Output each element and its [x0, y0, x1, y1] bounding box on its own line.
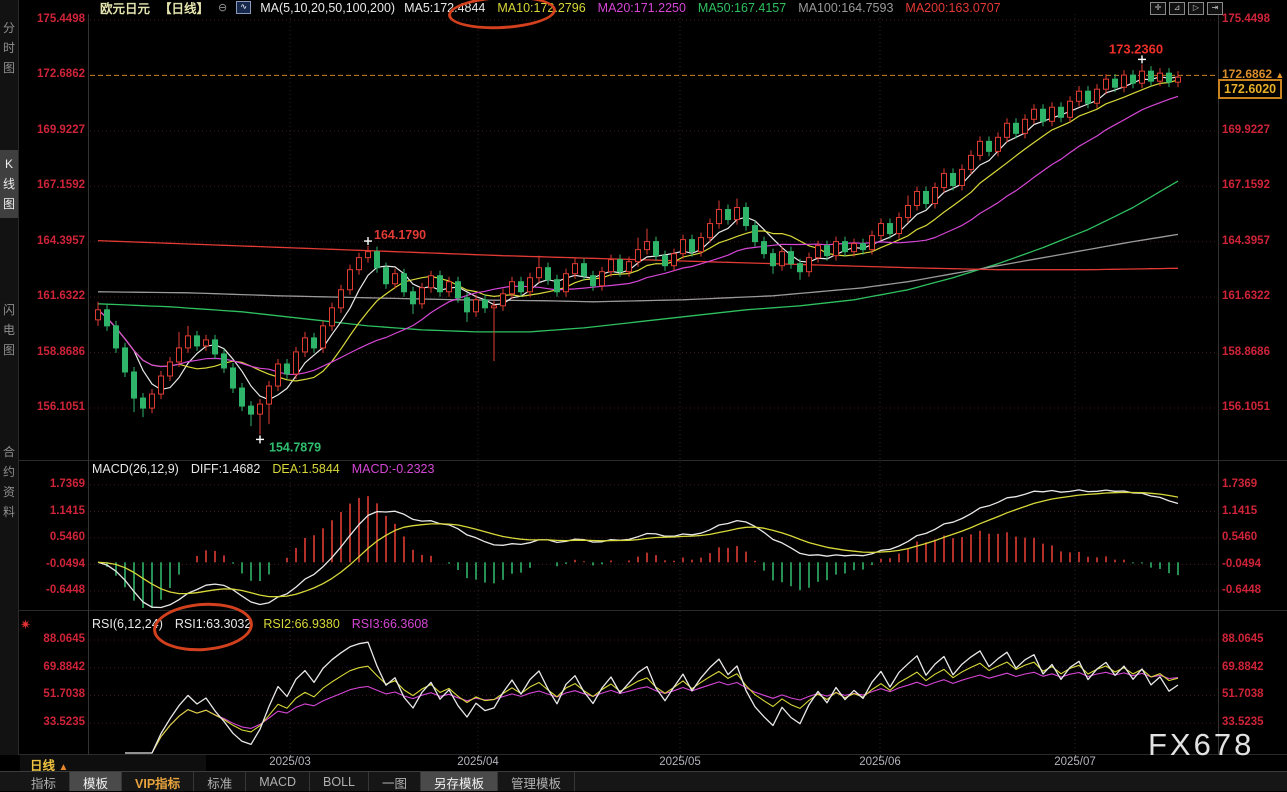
- price-axis-label: 167.1592: [19, 179, 85, 191]
- price-axis-label: 69.8842: [1222, 661, 1264, 673]
- sidebar-tab-1[interactable]: 分时图: [0, 14, 18, 82]
- price-axis-label: 156.1051: [1222, 401, 1270, 413]
- month-label: 2025/05: [659, 756, 701, 768]
- price-axis-label: 158.8686: [19, 346, 85, 358]
- toolbar-item-manage-template[interactable]: 管理模板: [498, 772, 575, 791]
- svg-text:164.1790: 164.1790: [374, 228, 426, 242]
- price-axis-label: 158.8686: [1222, 346, 1270, 358]
- rsi-name: RSI(6,12,24): [92, 617, 163, 631]
- price-annotation: 154.7879: [256, 435, 321, 454]
- window-icons: ✛⊿▷⇥: [1150, 2, 1223, 15]
- panel-divider: [18, 460, 1287, 461]
- price-annotation: 164.1790: [364, 228, 426, 245]
- symbol-title: 欧元日元: [100, 0, 150, 17]
- rsi-panel[interactable]: [90, 611, 1218, 755]
- candlestick-chart[interactable]: 164.1790 154.7879 173.2360: [90, 14, 1218, 460]
- price-axis-label: 156.1051: [19, 401, 85, 413]
- price-axis-label: 88.0645: [1222, 633, 1264, 645]
- period-tag: 【日线】: [159, 0, 209, 17]
- price-axis-label: 0.5460: [19, 531, 85, 543]
- ma-value-4: MA100:164.7593: [798, 1, 893, 15]
- toolbar-item-one-chart[interactable]: 一图: [369, 772, 421, 791]
- ma-value-3: MA50:167.4157: [698, 1, 786, 15]
- axis-right-chart-icon[interactable]: ▷: [1188, 2, 1204, 15]
- price-axis-label: 161.6322: [1222, 290, 1270, 302]
- price-axis-label: 69.8842: [19, 661, 85, 673]
- sidebar-tab-3[interactable]: 闪电图: [0, 296, 18, 364]
- price-axis-label: 161.6322: [19, 290, 85, 302]
- month-label: 2025/07: [1054, 756, 1096, 768]
- price-axis-label: 167.1592: [1222, 179, 1270, 191]
- ma-value-1: MA10:172.2796: [497, 1, 585, 15]
- macd-panel[interactable]: [90, 462, 1218, 610]
- sidebar-tab-2[interactable]: K线图: [0, 150, 18, 218]
- toolbar-item-save-template[interactable]: 另存模板: [421, 772, 498, 791]
- current-price-tag: 172.6020: [1218, 79, 1282, 99]
- price-axis-label: -0.0494: [1222, 558, 1261, 570]
- macd-diff: DIFF:1.4682: [191, 462, 260, 476]
- price-annotation: 173.2360: [1109, 41, 1163, 63]
- price-axis-label: 1.7369: [1222, 478, 1257, 490]
- price-axis-label: 1.1415: [19, 505, 85, 517]
- exit-pane-icon[interactable]: ⇥: [1207, 2, 1223, 15]
- month-label: 2025/06: [859, 756, 901, 768]
- price-axis-label: 164.3957: [1222, 235, 1270, 247]
- price-axis-label: -0.6448: [1222, 584, 1261, 596]
- ma-indicator-icon[interactable]: ∿: [236, 1, 251, 14]
- toolbar-item-template[interactable]: 模板: [70, 772, 122, 791]
- svg-text:173.2360: 173.2360: [1109, 41, 1163, 56]
- price-axis-label: 175.4498: [1222, 13, 1270, 25]
- ma-value-2: MA20:171.2250: [598, 1, 686, 15]
- price-axis-label: 33.5235: [19, 716, 85, 728]
- left-sidebar: 分时图 K线图闪电图合约资料: [0, 0, 19, 755]
- rsi3-value: RSI3:66.3608: [352, 617, 428, 631]
- price-axis-label: 51.7038: [19, 688, 85, 700]
- toolbar-item-indicator[interactable]: 指标: [18, 772, 70, 791]
- price-axis-label: -0.6448: [19, 584, 85, 596]
- candles-layer: [96, 64, 1181, 434]
- month-label: 2025/04: [457, 756, 499, 768]
- price-axis-label: 175.4498: [19, 13, 85, 25]
- price-axis-label: -0.0494: [19, 558, 85, 570]
- ma-settings-label: MA(5,10,20,50,100,200): [260, 1, 395, 15]
- price-axis-label: 0.5460: [1222, 531, 1257, 543]
- watermark: FX678: [1148, 727, 1254, 763]
- price-axis-label: 164.3957: [19, 235, 85, 247]
- price-axis-label: 169.9227: [19, 124, 85, 136]
- price-axis-label: 88.0645: [19, 633, 85, 645]
- pan-icon[interactable]: ✛: [1150, 2, 1166, 15]
- toolbar-item-boll[interactable]: BOLL: [310, 772, 369, 791]
- ma-value-5: MA200:163.0707: [905, 1, 1000, 15]
- price-axis-label: 1.7369: [19, 478, 85, 490]
- axis-border-right: [1218, 14, 1219, 755]
- toolbar-item-standard[interactable]: 标准: [194, 772, 246, 791]
- time-axis-row: 日线 ▲ 2025/03 2025/04 2025/05 2025/06 2025/07: [18, 755, 1287, 771]
- axis-up-chart-icon[interactable]: ⊿: [1169, 2, 1185, 15]
- svg-text:154.7879: 154.7879: [269, 440, 321, 454]
- rsi-header: RSI(6,12,24) RSI1:63.3032 RSI2:66.9380 R…: [92, 617, 428, 631]
- rsi2-value: RSI2:66.9380: [263, 617, 339, 631]
- macd-header: MACD(26,12,9) DIFF:1.4682 DEA:1.5844 MAC…: [92, 462, 434, 476]
- collapse-icon[interactable]: ⊖: [218, 1, 227, 14]
- sidebar-tab-4[interactable]: 合约资料: [0, 438, 18, 526]
- macd-dea: DEA:1.5844: [272, 462, 339, 476]
- macd-value: MACD:-0.2323: [352, 462, 435, 476]
- period-selector[interactable]: 日线 ▲: [20, 755, 206, 771]
- toolbar-item-vip-indicator[interactable]: VIP指标: [122, 772, 194, 791]
- axis-border-left: [88, 14, 89, 755]
- price-axis-label: 51.7038: [1222, 688, 1264, 700]
- rsi-star-icon[interactable]: ✷: [20, 617, 31, 633]
- ma-values: MA5:172.4844 MA10:172.2796 MA20:171.2250 MA…: [404, 1, 1001, 15]
- ma-value-0: MA5:172.4844: [404, 1, 485, 15]
- bottom-toolbar: 指标模板VIP指标标准MACDBOLL一图另存模板管理模板: [0, 771, 1287, 791]
- rsi1-value: RSI1:63.3032: [175, 617, 251, 631]
- month-label: 2025/03: [269, 756, 311, 768]
- toolbar-item-macd[interactable]: MACD: [246, 772, 310, 791]
- price-axis-label: 169.9227: [1222, 124, 1270, 136]
- price-axis-label: 172.6862: [19, 68, 85, 80]
- macd-name: MACD(26,12,9): [92, 462, 179, 476]
- price-axis-label: 1.1415: [1222, 505, 1257, 517]
- chart-header: 欧元日元 【日线】 ⊖ ∿ MA(5,10,20,50,100,200) MA5…: [100, 0, 1001, 15]
